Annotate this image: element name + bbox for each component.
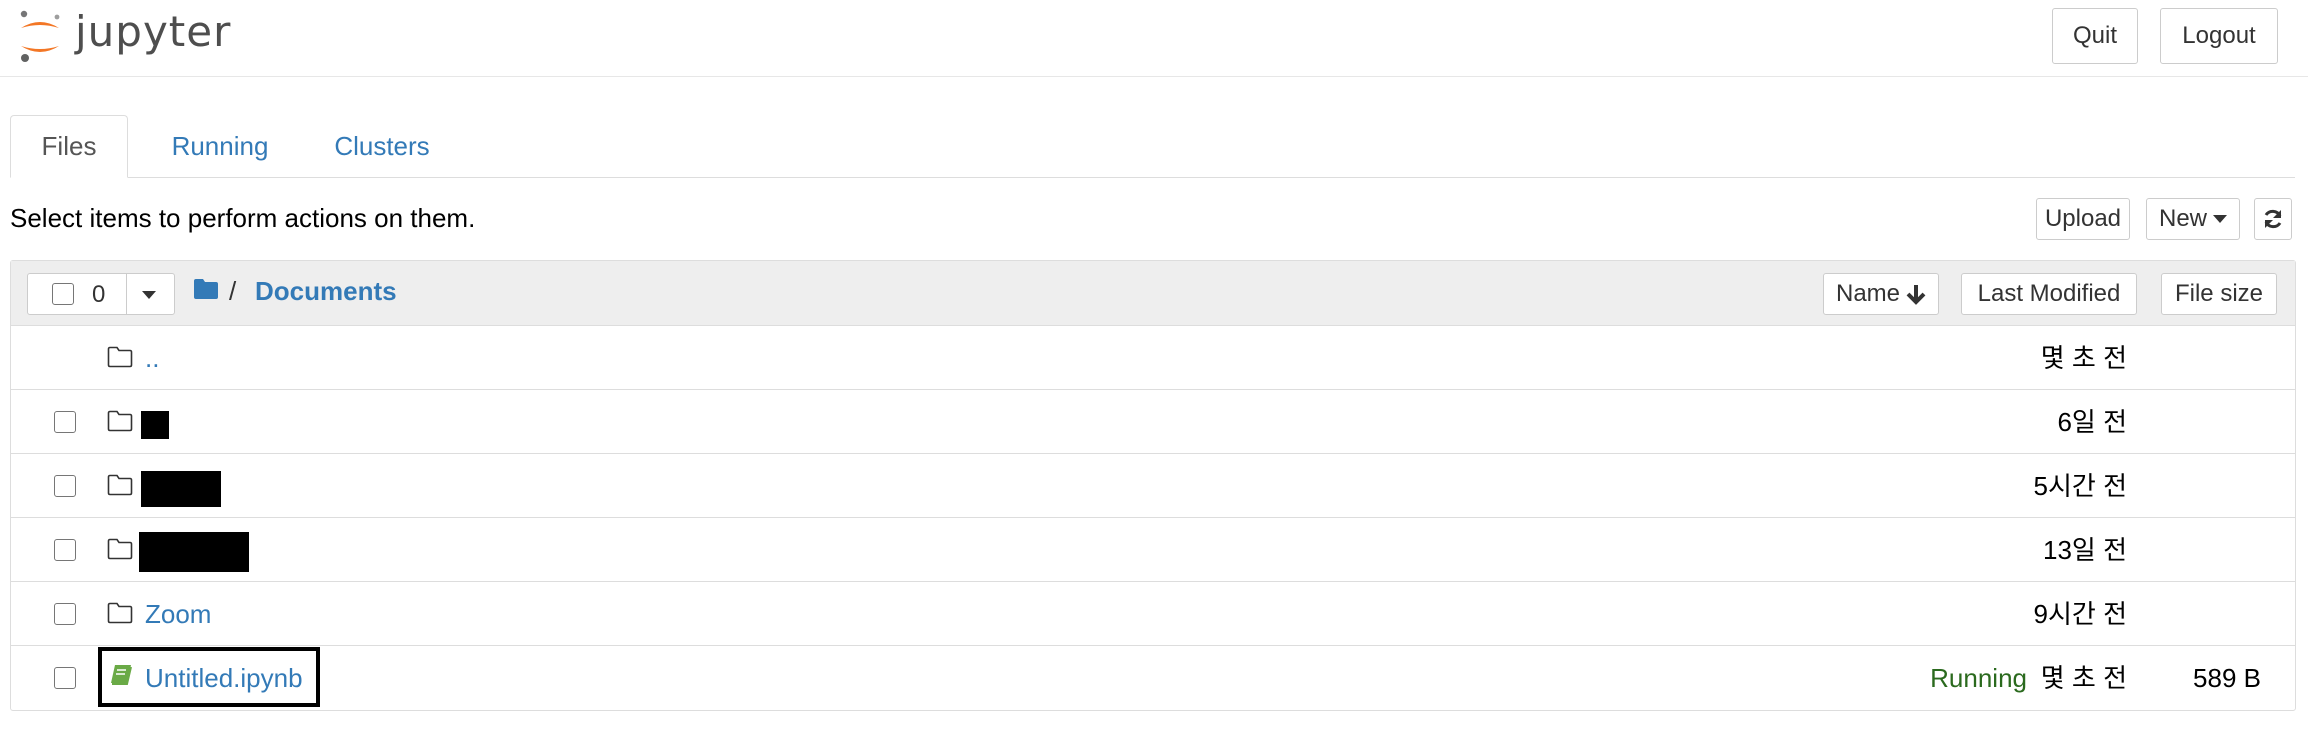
divider bbox=[126, 274, 127, 314]
tab-clusters[interactable]: Clusters bbox=[312, 115, 452, 177]
file-list-header: 0 / Documents Name Last Modified File si… bbox=[11, 261, 2295, 326]
modified-time: 6일 전 bbox=[2057, 407, 2127, 437]
folder-icon bbox=[107, 602, 133, 624]
select-all-checkbox[interactable] bbox=[52, 283, 74, 305]
folder-icon bbox=[107, 410, 133, 432]
refresh-button[interactable] bbox=[2254, 198, 2292, 240]
new-dropdown-button[interactable]: New bbox=[2146, 198, 2240, 240]
modified-time: 5시간 전 bbox=[2033, 471, 2127, 501]
refresh-icon bbox=[2264, 209, 2282, 229]
tab-running[interactable]: Running bbox=[150, 115, 290, 177]
modified-time: 몇 초 전 bbox=[2040, 663, 2127, 693]
select-menu-caret-icon[interactable] bbox=[142, 291, 156, 299]
folder-icon bbox=[107, 346, 133, 368]
list-item[interactable]: 6일 전 bbox=[11, 390, 2295, 454]
redacted-file-name[interactable] bbox=[141, 411, 169, 439]
row-checkbox[interactable] bbox=[54, 539, 76, 561]
sort-modified-button[interactable]: Last Modified bbox=[1961, 273, 2137, 315]
file-list: 0 / Documents Name Last Modified File si… bbox=[10, 260, 2296, 711]
row-checkbox[interactable] bbox=[54, 603, 76, 625]
redacted-file-name[interactable] bbox=[139, 532, 249, 572]
jupyter-logo[interactable]: jupyter bbox=[17, 6, 231, 66]
selected-count: 0 bbox=[92, 281, 106, 308]
arrow-down-icon bbox=[1906, 285, 1926, 305]
modified-time: 13일 전 bbox=[2043, 535, 2127, 565]
modified-time: 몇 초 전 bbox=[2040, 343, 2127, 373]
list-item[interactable]: Zoom 9시간 전 bbox=[11, 582, 2295, 646]
upload-button[interactable]: Upload bbox=[2036, 198, 2130, 240]
logout-button[interactable]: Logout bbox=[2160, 8, 2278, 64]
file-name-link[interactable]: Untitled.ipynb bbox=[145, 663, 303, 693]
quit-button[interactable]: Quit bbox=[2052, 8, 2138, 64]
notebook-icon bbox=[111, 665, 132, 685]
header: jupyter Quit Logout bbox=[0, 0, 2308, 77]
breadcrumb-separator: / bbox=[229, 276, 237, 306]
list-item[interactable]: 13일 전 bbox=[11, 518, 2295, 582]
logo-text: jupyter bbox=[75, 7, 232, 56]
caret-down-icon bbox=[2213, 215, 2227, 223]
sort-size-button[interactable]: File size bbox=[2161, 273, 2277, 315]
row-checkbox[interactable] bbox=[54, 475, 76, 497]
tab-files[interactable]: Files bbox=[10, 115, 128, 178]
folder-icon bbox=[107, 474, 133, 496]
file-name-link[interactable]: Zoom bbox=[145, 599, 211, 629]
list-item[interactable]: Untitled.ipynb Running 몇 초 전 589 B bbox=[11, 646, 2295, 710]
new-button-label: New bbox=[2158, 205, 2207, 232]
folder-icon bbox=[107, 538, 133, 560]
row-checkbox[interactable] bbox=[54, 411, 76, 433]
redacted-file-name[interactable] bbox=[141, 471, 221, 507]
file-size: 589 B bbox=[2193, 663, 2261, 693]
folder-icon[interactable] bbox=[193, 278, 219, 300]
jupyter-logo-icon bbox=[20, 10, 60, 62]
modified-time: 9시간 전 bbox=[2033, 599, 2127, 629]
select-all-group: 0 bbox=[27, 273, 175, 315]
file-name-link[interactable]: .. bbox=[145, 343, 159, 373]
tab-bar: Files Running Clusters bbox=[10, 115, 2295, 178]
sort-name-label: Name bbox=[1835, 280, 1901, 307]
running-status: Running bbox=[1930, 663, 2027, 693]
select-message: Select items to perform actions on them. bbox=[10, 203, 476, 233]
list-item[interactable]: 5시간 전 bbox=[11, 454, 2295, 518]
list-item[interactable]: .. 몇 초 전 bbox=[11, 326, 2295, 390]
row-checkbox[interactable] bbox=[54, 667, 76, 689]
sort-name-button[interactable]: Name bbox=[1823, 273, 1939, 315]
breadcrumb-documents[interactable]: Documents bbox=[255, 276, 397, 307]
